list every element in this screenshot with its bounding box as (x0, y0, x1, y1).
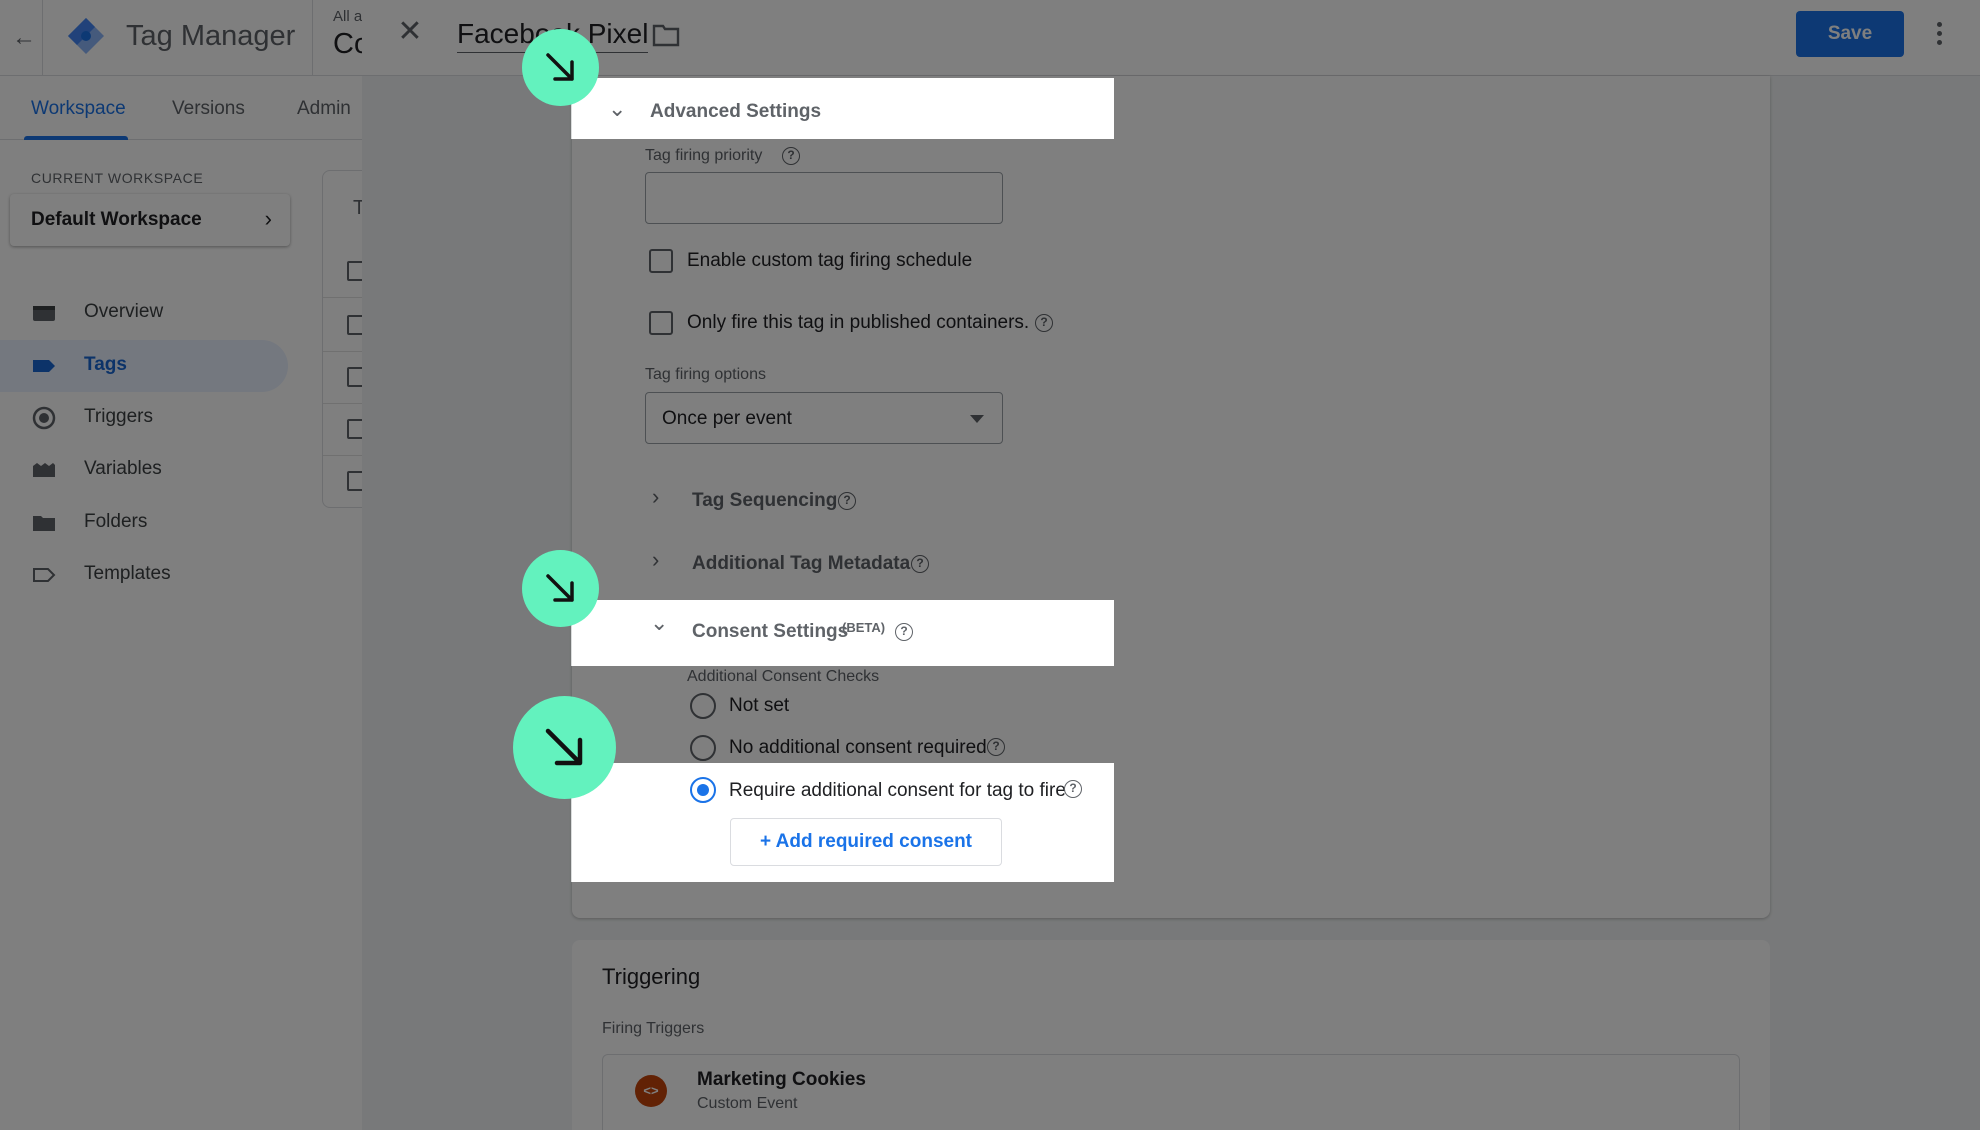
tutorial-scrim (0, 0, 1980, 1130)
callout-arrow-icon (522, 29, 599, 106)
callout-arrow-icon (522, 550, 599, 627)
callout-arrow-icon (513, 696, 616, 799)
